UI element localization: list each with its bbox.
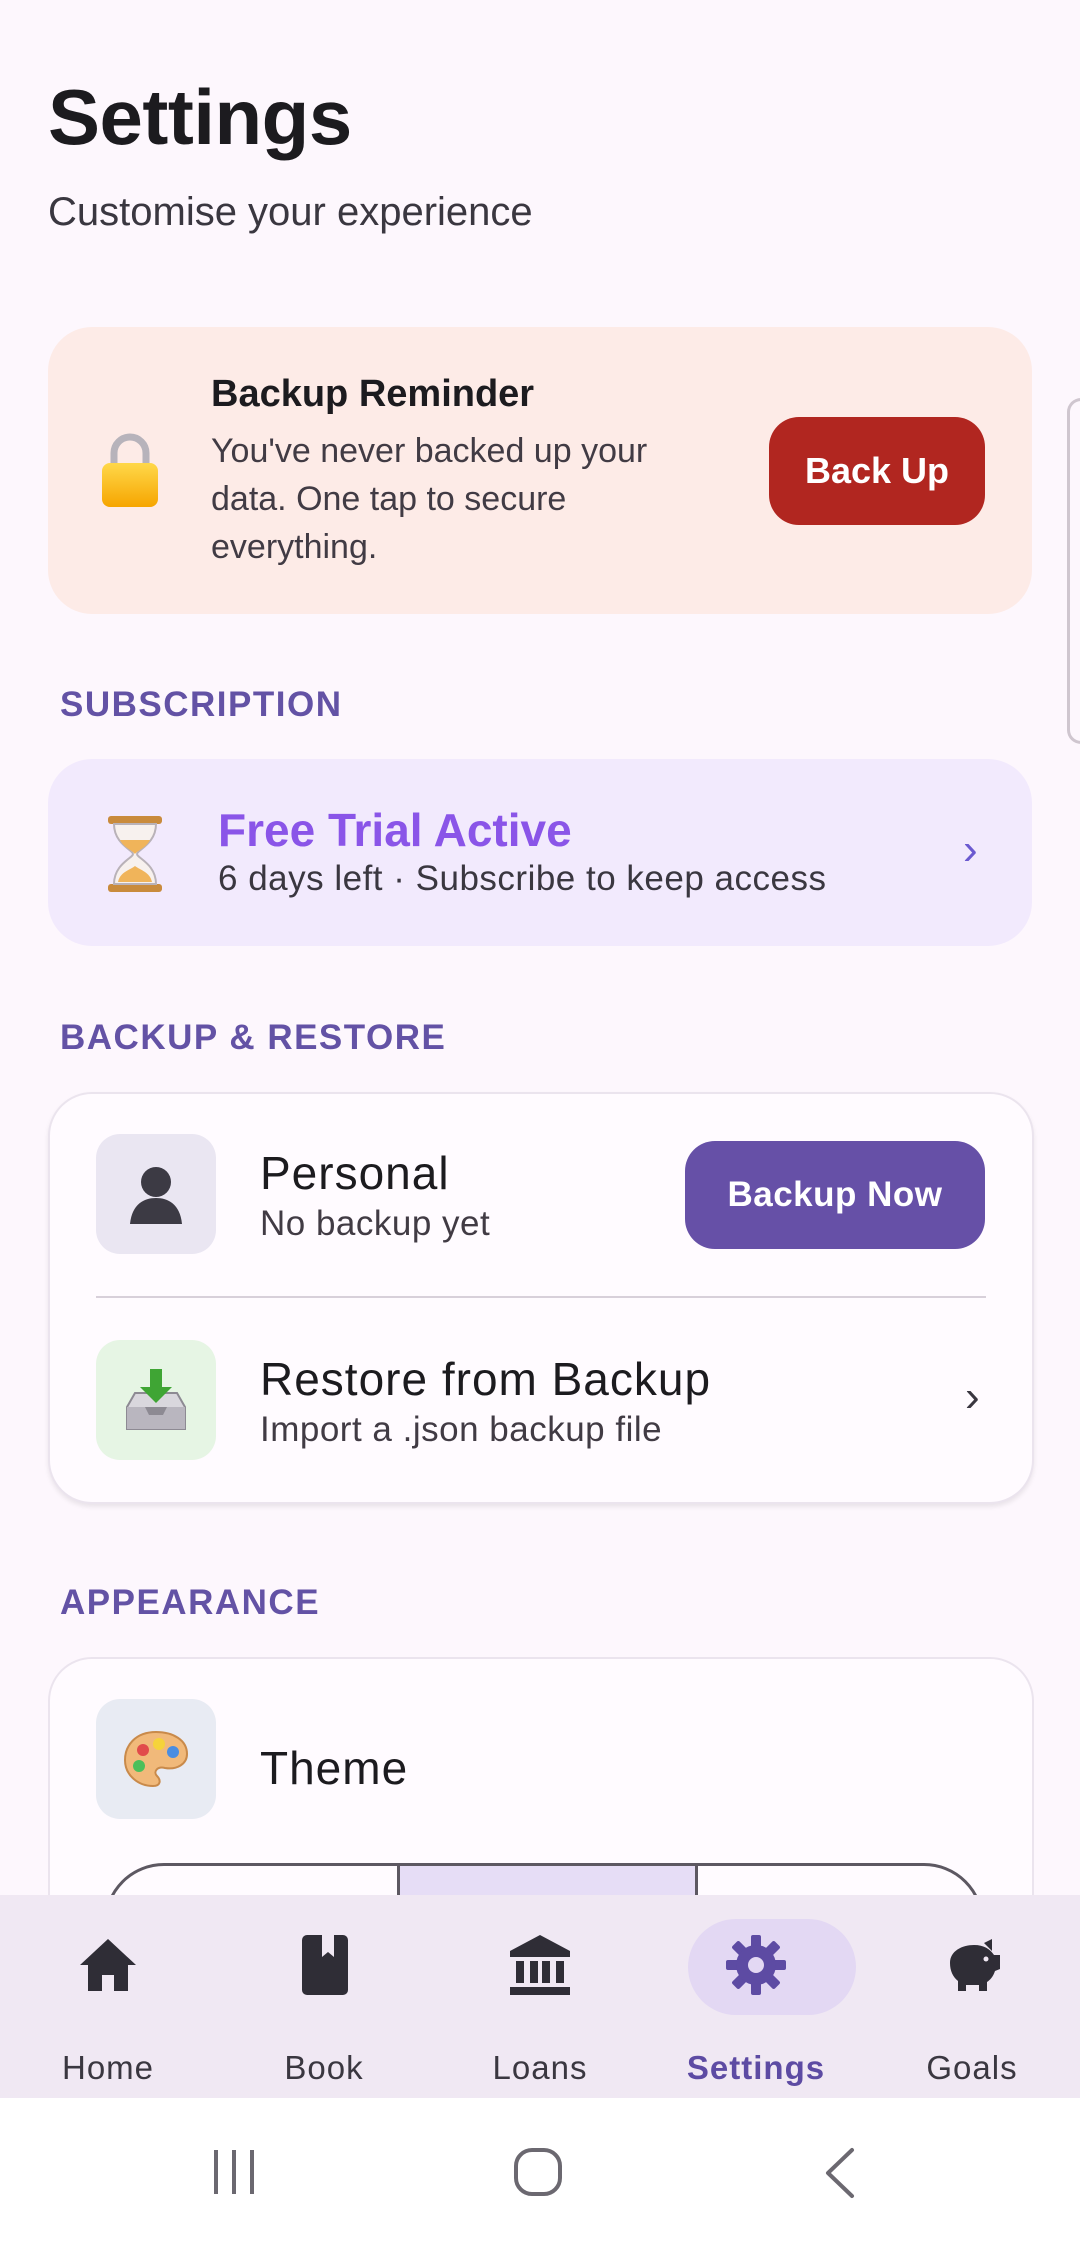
- home-icon: [80, 1939, 136, 1991]
- nav-label-loans: Loans: [492, 2049, 588, 2086]
- section-label-subscription: SUBSCRIPTION: [60, 685, 343, 724]
- personal-title: Personal: [260, 1147, 450, 1199]
- recent-apps-icon[interactable]: [210, 2148, 260, 2196]
- back-icon[interactable]: [822, 2146, 858, 2200]
- section-label-backup-restore: BACKUP & RESTORE: [60, 1018, 447, 1057]
- palette-icon: [96, 1699, 216, 1819]
- lock-icon: [102, 433, 158, 507]
- restore-title: Restore from Backup: [260, 1353, 712, 1405]
- nav-item-book[interactable]: Book: [216, 1895, 432, 2098]
- inbox-download-icon: [96, 1340, 216, 1460]
- gear-icon: [726, 1935, 786, 1995]
- edge-panel-handle[interactable]: [1067, 398, 1080, 744]
- nav-label-book: Book: [284, 2049, 364, 2086]
- restore-subtitle: Import a .json backup file: [260, 1410, 663, 1449]
- backup-restore-card: Personal No backup yet Backup Now Restor…: [48, 1092, 1034, 1504]
- chevron-right-icon: ›: [963, 825, 978, 874]
- backup-now-button[interactable]: Backup Now: [685, 1141, 985, 1249]
- bottom-navigation: Home Book Loans Settings Goals: [0, 1895, 1080, 2098]
- back-up-button[interactable]: Back Up: [769, 417, 985, 525]
- bank-icon: [510, 1935, 570, 1995]
- system-navigation-bar: [0, 2098, 1080, 2244]
- personal-backup-status: No backup yet: [260, 1204, 491, 1243]
- book-icon: [302, 1935, 348, 1995]
- nav-item-loans[interactable]: Loans: [432, 1895, 648, 2098]
- nav-item-home[interactable]: Home: [0, 1895, 216, 2098]
- page-title: Settings: [48, 73, 352, 161]
- nav-item-settings[interactable]: Settings: [648, 1895, 864, 2098]
- restore-from-backup-row[interactable]: Restore from Backup Import a .json backu…: [50, 1300, 1032, 1500]
- piggy-bank-icon: [950, 1939, 1000, 1991]
- nav-label-home: Home: [61, 2049, 155, 2086]
- page-subtitle: Customise your experience: [48, 190, 533, 234]
- subscription-title: Free Trial Active: [218, 804, 572, 856]
- nav-item-goals[interactable]: Goals: [864, 1895, 1080, 2098]
- subscription-card[interactable]: Free Trial Active 6 days left · Subscrib…: [48, 759, 1032, 946]
- backup-reminder-card: Backup Reminder You've never backed up y…: [48, 327, 1032, 614]
- backup-reminder-message: You've never backed up your data. One ta…: [211, 432, 648, 566]
- nav-label-settings: Settings: [686, 2049, 826, 2086]
- divider: [96, 1296, 986, 1298]
- section-label-appearance: APPEARANCE: [60, 1583, 321, 1622]
- home-button-icon[interactable]: [512, 2146, 564, 2198]
- subscription-subtitle: 6 days left · Subscribe to keep access: [218, 859, 827, 898]
- hourglass-icon: [108, 816, 162, 892]
- backup-reminder-title: Backup Reminder: [211, 373, 535, 415]
- nav-label-goals: Goals: [926, 2049, 1018, 2086]
- person-icon: [96, 1134, 216, 1254]
- theme-title: Theme: [260, 1742, 409, 1794]
- chevron-right-icon: ›: [965, 1372, 980, 1421]
